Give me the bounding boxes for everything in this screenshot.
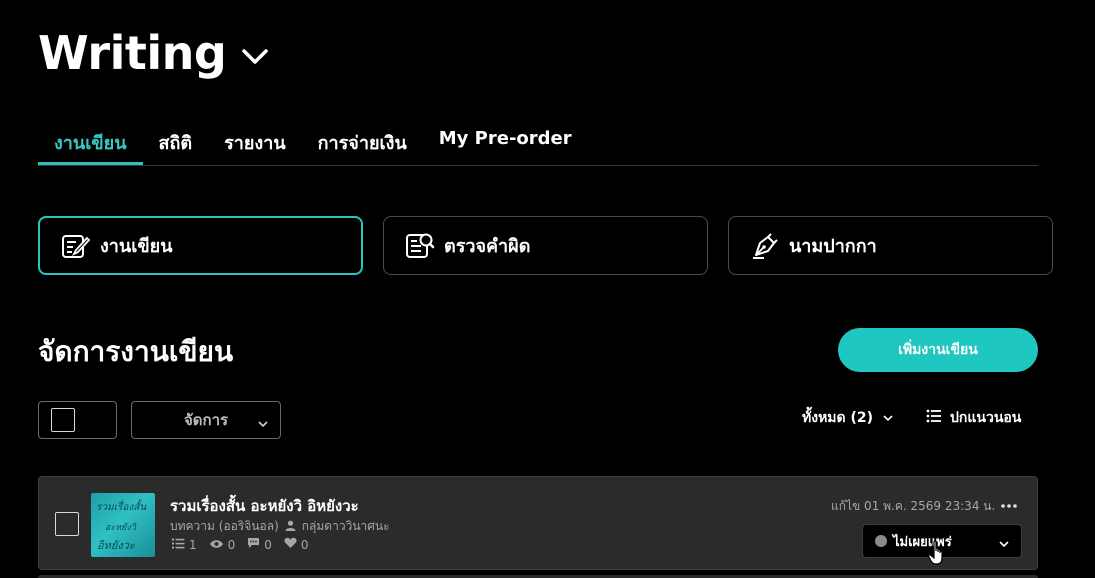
chevron-down-icon[interactable] xyxy=(242,49,269,65)
section-title: จัดการงานเขียน xyxy=(38,335,234,368)
page-header: Writing xyxy=(38,26,269,80)
comments-stat: 0 xyxy=(247,537,272,552)
tab-payments[interactable]: การจ่ายเงิน xyxy=(302,122,423,165)
item-checkbox[interactable] xyxy=(55,512,79,536)
views-stat: 0 xyxy=(209,537,236,552)
item-type: บทความ (ออริจินอล) xyxy=(170,519,279,533)
list-item: รวมเรื่องสั้น อะหยังวิ อิหยังวะ รวมเรื่อ… xyxy=(38,476,1038,570)
pen-nib-icon xyxy=(749,230,781,262)
select-all-checkbox[interactable] xyxy=(38,401,117,439)
card-pen-names-label: นามปากกา xyxy=(789,236,877,257)
writing-icon xyxy=(60,230,92,262)
tab-pre-order[interactable]: My Pre-order xyxy=(423,122,588,165)
item-stats: 1 0 0 0 xyxy=(172,537,315,552)
status-dot-icon xyxy=(875,535,887,547)
list-icon xyxy=(172,538,185,552)
likes-count: 0 xyxy=(300,537,309,552)
edited-timestamp: แก้ไข 01 พ.ค. 2569 23:34 น. xyxy=(831,499,996,513)
user-icon xyxy=(285,520,296,534)
heart-icon xyxy=(284,537,297,552)
main-tabs: งานเขียน สถิติ รายงาน การจ่ายเงิน My Pre… xyxy=(38,122,1038,166)
checkbox-box xyxy=(51,408,75,432)
view-toggle-label: ปกแนวนอน xyxy=(950,410,1022,426)
hand-cursor-icon xyxy=(928,540,948,570)
cover-text-line: รวมเรื่องสั้น xyxy=(96,499,147,513)
views-count: 0 xyxy=(227,537,236,552)
cover-text-line: อิหยังวะ xyxy=(97,539,136,552)
chevron-down-icon xyxy=(883,410,893,426)
item-meta: บทความ (ออริจินอล) กลุ่มดาววินาศนะ xyxy=(170,517,390,536)
chapters-stat: 1 xyxy=(172,538,197,552)
filter-label: ทั้งหมด (2) xyxy=(802,410,874,426)
chapters-count: 1 xyxy=(189,537,197,552)
item-group: กลุ่มดาววินาศนะ xyxy=(301,519,390,533)
more-options-icon[interactable] xyxy=(1000,493,1018,514)
book-cover[interactable]: รวมเรื่องสั้น อะหยังวิ อิหยังวะ xyxy=(91,493,155,557)
filter-dropdown[interactable]: ทั้งหมด (2) xyxy=(802,407,893,429)
comment-icon xyxy=(247,537,260,552)
tab-writings[interactable]: งานเขียน xyxy=(38,122,143,165)
card-proofread-label: ตรวจคำผิด xyxy=(444,236,531,257)
likes-stat: 0 xyxy=(284,537,309,552)
item-title[interactable]: รวมเรื่องสั้น อะหยังวิ อิหยังวะ xyxy=(170,494,359,518)
card-writings[interactable]: งานเขียน xyxy=(38,216,363,275)
manage-dropdown[interactable]: จัดการ xyxy=(131,401,281,439)
eye-icon xyxy=(209,538,224,552)
view-toggle-button[interactable]: ปกแนวนอน xyxy=(926,407,1021,429)
cover-text-line: อะหยังวิ xyxy=(105,522,137,533)
card-proofread[interactable]: ตรวจคำผิด xyxy=(383,216,708,275)
comments-count: 0 xyxy=(264,537,272,552)
tab-reports[interactable]: รายงาน xyxy=(208,122,302,165)
card-pen-names[interactable]: นามปากกา xyxy=(728,216,1053,275)
chevron-down-icon xyxy=(999,537,1009,552)
mode-cards: งานเขียน ตรวจคำผิด นามปากกา xyxy=(38,216,1053,275)
chevron-down-icon xyxy=(258,414,268,432)
add-writing-button[interactable]: เพิ่มงานเขียน xyxy=(838,328,1038,372)
list-icon xyxy=(926,409,942,427)
manage-dropdown-label: จัดการ xyxy=(183,411,229,429)
proofread-icon xyxy=(404,230,436,262)
card-writings-label: งานเขียน xyxy=(100,236,173,257)
page-title: Writing xyxy=(38,26,227,80)
tab-statistics[interactable]: สถิติ xyxy=(143,122,209,165)
